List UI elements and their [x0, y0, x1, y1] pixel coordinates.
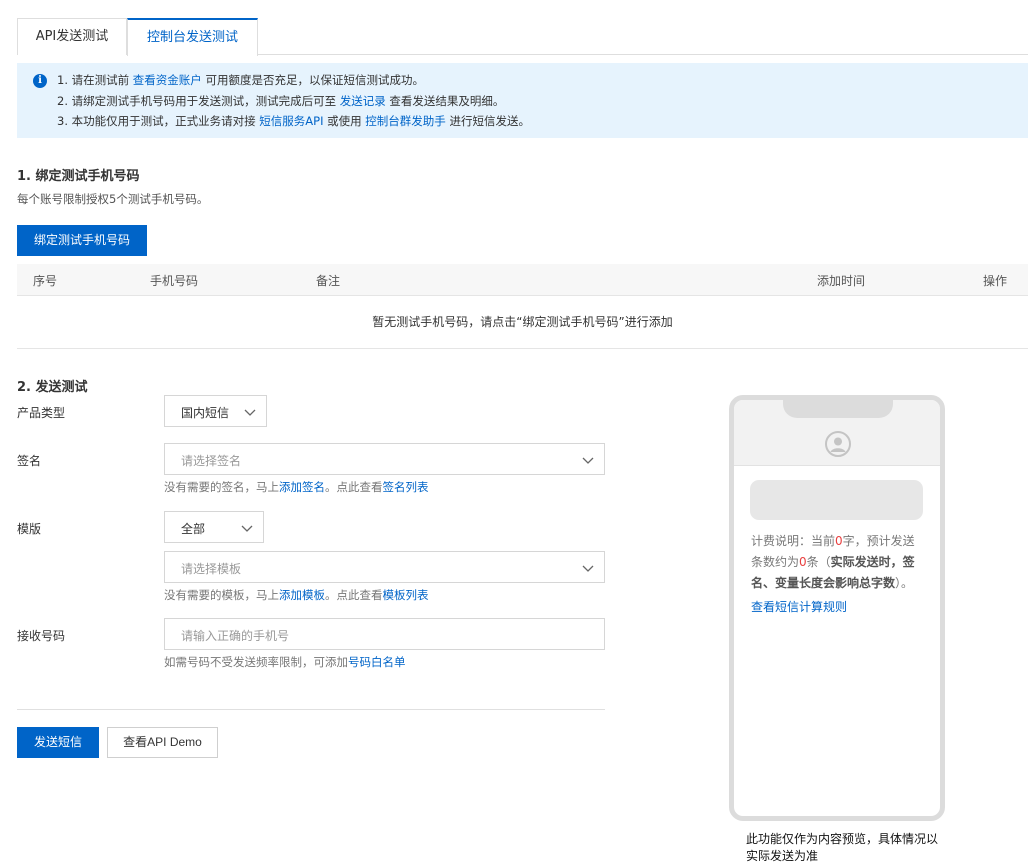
- column-actions: 操作: [983, 274, 1008, 288]
- info-icon: i: [33, 74, 47, 88]
- helper-text: 。点此查看: [325, 588, 383, 602]
- send-record-link[interactable]: 发送记录: [340, 94, 386, 108]
- whitelist-link[interactable]: 号码白名单: [348, 655, 406, 669]
- fund-account-link[interactable]: 查看资金账户: [133, 73, 202, 87]
- preview-note: 此功能仅作为内容预览，具体情况以实际发送为准: [746, 832, 939, 863]
- product-type-select[interactable]: 国内短信: [164, 395, 267, 427]
- template-filter-value: 全部: [181, 522, 206, 536]
- column-remark: 备注: [316, 274, 341, 288]
- billing-text: 计费说明：当前: [751, 534, 836, 548]
- section-send-title: 2. 发送测试: [17, 380, 88, 395]
- notice-text: 或使用: [323, 114, 366, 128]
- send-sms-button[interactable]: 发送短信: [17, 727, 99, 758]
- product-type-value: 国内短信: [181, 406, 230, 420]
- receiver-label: 接收号码: [17, 629, 66, 643]
- helper-text: 没有需要的模板，马上: [164, 588, 279, 602]
- billing-text: 条（: [806, 555, 831, 569]
- notice-text: 可用额度是否充足，以保证短信测试成功。: [201, 73, 424, 87]
- phone-notch: [783, 399, 893, 418]
- sign-select[interactable]: 请选择签名: [164, 443, 605, 475]
- phone-table-header: 序号 手机号码 备注 添加时间 操作: [17, 264, 1028, 296]
- notice-text: 进行短信发送。: [445, 114, 530, 128]
- billing-info: 计费说明：当前0字，预计发送条数约为0条（实际发送时，签名、变量长度会影响总字数…: [751, 531, 926, 594]
- view-api-demo-button[interactable]: 查看API Demo: [107, 727, 218, 758]
- tab-console-test[interactable]: 控制台发送测试: [127, 18, 258, 56]
- tab-bar: API发送测试 控制台发送测试: [17, 18, 1028, 56]
- char-count: 0: [835, 534, 843, 548]
- sms-billing-rule-link[interactable]: 查看短信计算规则: [751, 598, 847, 615]
- template-placeholder: 请选择模板: [181, 562, 242, 576]
- column-added-time: 添加时间: [817, 274, 866, 288]
- info-notice: i 1. 请在测试前 查看资金账户 可用额度是否充足，以保证短信测试成功。 2.…: [17, 63, 1028, 138]
- tab-api-test[interactable]: API发送测试: [17, 18, 127, 55]
- template-helper: 没有需要的模板，马上添加模板。点此查看模板列表: [164, 587, 429, 603]
- notice-text: 2. 请绑定测试手机号码用于发送测试，测试完成后可至: [57, 94, 340, 108]
- message-bubble: [750, 480, 923, 520]
- notice-line-3: 3. 本功能仅用于测试，正式业务请对接 短信服务API 或使用 控制台群发助手 …: [57, 113, 530, 129]
- receiver-placeholder: 请输入正确的手机号: [181, 629, 290, 643]
- chevron-down-icon: [582, 457, 594, 464]
- avatar-icon: [825, 431, 851, 457]
- add-template-link[interactable]: 添加模板: [279, 588, 325, 602]
- sign-list-link[interactable]: 签名列表: [383, 480, 429, 494]
- bind-phone-button[interactable]: 绑定测试手机号码: [17, 225, 147, 256]
- template-list-link[interactable]: 模板列表: [383, 588, 429, 602]
- section-bind-desc: 每个账号限制授权5个测试手机号码。: [17, 192, 209, 206]
- helper-text: 没有需要的签名，马上: [164, 480, 279, 494]
- template-filter-select[interactable]: 全部: [164, 511, 264, 543]
- table-empty-state: 暂无测试手机号码，请点击“绑定测试手机号码”进行添加: [17, 296, 1028, 349]
- phone-header: [734, 399, 940, 466]
- message-count: 0: [799, 555, 807, 569]
- helper-text: 如需号码不受发送频率限制，可添加: [164, 655, 348, 669]
- chevron-down-icon: [582, 565, 594, 572]
- chevron-down-icon: [244, 409, 256, 416]
- column-phone: 手机号码: [150, 274, 199, 288]
- helper-text: 。点此查看: [325, 480, 383, 494]
- notice-text: 1. 请在测试前: [57, 73, 133, 87]
- receiver-helper: 如需号码不受发送频率限制，可添加号码白名单: [164, 654, 406, 670]
- notice-text: 查看发送结果及明细。: [385, 94, 505, 108]
- sign-placeholder: 请选择签名: [181, 454, 242, 468]
- column-index: 序号: [33, 274, 58, 288]
- phone-preview: 计费说明：当前0字，预计发送条数约为0条（实际发送时，签名、变量长度会影响总字数…: [729, 395, 945, 821]
- chevron-down-icon: [241, 525, 253, 532]
- product-type-label: 产品类型: [17, 406, 66, 420]
- sign-helper: 没有需要的签名，马上添加签名。点此查看签名列表: [164, 479, 429, 495]
- template-label: 模版: [17, 522, 42, 536]
- receiver-phone-input[interactable]: 请输入正确的手机号: [164, 618, 605, 650]
- sign-label: 签名: [17, 454, 42, 468]
- sms-api-link[interactable]: 短信服务API: [259, 114, 323, 128]
- add-sign-link[interactable]: 添加签名: [279, 480, 325, 494]
- form-divider: [17, 709, 605, 710]
- notice-line-1: 1. 请在测试前 查看资金账户 可用额度是否充足，以保证短信测试成功。: [57, 72, 424, 88]
- billing-text: ）。: [895, 576, 914, 590]
- notice-line-2: 2. 请绑定测试手机号码用于发送测试，测试完成后可至 发送记录 查看发送结果及明…: [57, 93, 504, 109]
- section-bind-title: 1. 绑定测试手机号码: [17, 169, 140, 184]
- template-select[interactable]: 请选择模板: [164, 551, 605, 583]
- bulk-send-assistant-link[interactable]: 控制台群发助手: [365, 114, 446, 128]
- notice-text: 3. 本功能仅用于测试，正式业务请对接: [57, 114, 260, 128]
